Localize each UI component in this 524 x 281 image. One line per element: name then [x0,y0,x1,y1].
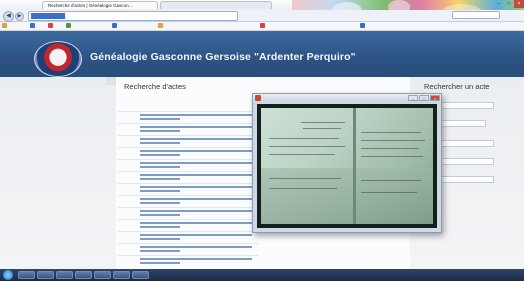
start-button[interactable] [3,270,13,280]
site-header: Généalogie Gasconne Gersoise "Ardenter P… [0,31,524,77]
bookmark-item[interactable] [2,23,8,29]
bookmark-item[interactable] [112,23,118,29]
table-row[interactable] [118,171,258,183]
table-row[interactable] [118,207,258,219]
tab-label: Recherche d'actes | Généalogie Gascon… [48,3,134,8]
table-row[interactable] [118,231,258,243]
viewer-app-icon [255,95,261,101]
results-table [118,111,258,267]
taskbar-app-button[interactable] [18,271,35,279]
table-row[interactable] [118,183,258,195]
table-row[interactable] [118,147,258,159]
viewer-window-controls: – □ × [407,95,440,101]
bookmark-item[interactable] [30,23,36,29]
header-user-links [494,55,514,61]
window-controls: – □ × [494,0,524,8]
bookmark-item[interactable] [360,23,366,29]
bookmark-icon [112,23,117,29]
image-viewer-window[interactable]: – □ × [252,93,442,233]
table-row[interactable] [118,219,258,231]
bookmark-item[interactable] [260,23,266,29]
bookmark-icon [260,23,265,29]
viewer-maximize-button[interactable]: □ [419,95,429,101]
viewer-canvas[interactable] [257,104,437,228]
taskbar-app-button[interactable] [37,271,54,279]
viewer-minimize-button[interactable]: – [408,95,418,101]
viewer-title-bar[interactable]: – □ × [253,94,441,102]
maximize-button[interactable]: □ [504,0,514,8]
table-row[interactable] [118,111,258,123]
taskbar-app-button[interactable] [132,271,149,279]
browser-tab-bar: Recherche d'actes | Généalogie Gascon… –… [0,0,524,22]
viewer-close-button[interactable]: × [430,95,440,101]
address-bar[interactable] [28,11,238,21]
bookmark-icon [48,23,53,29]
taskbar-app-button[interactable] [56,271,73,279]
bookmark-item[interactable] [48,23,54,29]
site-identity-badge[interactable] [31,13,65,19]
minimize-button[interactable]: – [494,0,504,8]
table-row[interactable] [118,135,258,147]
browser-search-input[interactable] [452,11,500,19]
taskbar-app-button[interactable] [113,271,130,279]
bookmark-item[interactable] [158,23,164,29]
browser-nav-bar: ◀ ▶ [0,10,524,22]
bookmark-icon [66,23,71,29]
search-panel-title: Rechercher un acte [424,82,490,91]
site-top-menu [0,39,524,46]
results-table-header [118,99,256,109]
bookmark-icon [30,23,35,29]
table-row[interactable] [118,159,258,171]
close-window-button[interactable]: × [514,0,524,8]
table-row[interactable] [118,195,258,207]
bookmark-icon [158,23,163,29]
table-row[interactable] [118,255,258,267]
bookmark-item[interactable] [66,23,72,29]
table-row[interactable] [118,243,258,255]
taskbar-app-button[interactable] [75,271,92,279]
site-logo[interactable] [34,41,82,77]
tab-recherche-actes[interactable]: Recherche d'actes | Généalogie Gascon… [42,1,158,9]
forward-arrow-icon[interactable]: ▶ [15,12,24,21]
os-taskbar [0,269,524,281]
site-title: Généalogie Gasconne Gersoise "Ardenter P… [90,51,356,63]
bookmark-icon [2,23,7,29]
taskbar-app-button[interactable] [94,271,111,279]
tab-secondary[interactable] [160,1,272,9]
scanned-register-image [261,108,433,224]
page-title: Recherche d'actes [124,82,186,91]
table-row[interactable] [118,123,258,135]
back-arrow-icon[interactable]: ◀ [3,11,14,22]
bookmark-icon [360,23,365,29]
bookmarks-bar [0,22,524,31]
